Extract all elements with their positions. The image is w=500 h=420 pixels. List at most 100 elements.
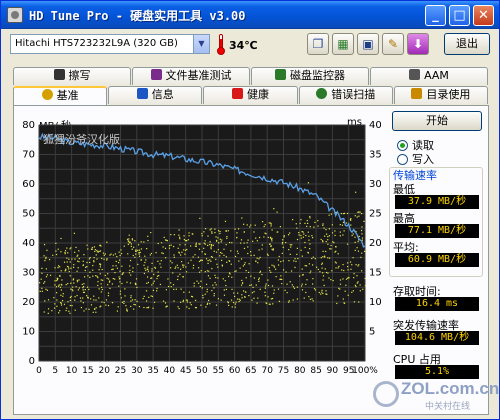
tab-health[interactable]: 健康 <box>203 86 298 104</box>
close-button[interactable]: ✕ <box>473 5 494 26</box>
access-time-point <box>328 228 330 230</box>
access-time-point <box>345 284 347 286</box>
start-button[interactable]: 开始 <box>392 111 482 131</box>
tab-error-scan[interactable]: 错误扫描 <box>298 86 393 104</box>
access-time-point <box>198 260 201 263</box>
access-time-point <box>221 265 223 267</box>
tab-aam[interactable]: AAM <box>370 67 488 85</box>
tab-info[interactable]: 信息 <box>108 86 203 104</box>
x-tick-label: 100% <box>352 366 378 376</box>
access-time-point <box>173 254 175 256</box>
x-tick-label: 25 <box>115 366 126 376</box>
access-time-point <box>305 283 307 286</box>
access-time-point <box>258 249 260 251</box>
access-time-point <box>47 299 50 301</box>
access-time-point <box>181 251 183 253</box>
access-time-point <box>267 236 269 239</box>
access-time-point <box>183 238 185 241</box>
access-time-point <box>162 300 165 302</box>
access-time-point <box>45 268 47 270</box>
access-time-point <box>271 229 273 231</box>
access-time-point <box>135 283 137 285</box>
drive-select[interactable]: Hitachi HTS723232L9A (320 GB) ▼ <box>10 34 210 54</box>
access-time-point <box>144 267 146 269</box>
access-time-point <box>321 289 323 291</box>
chevron-down-icon[interactable]: ▼ <box>193 35 209 53</box>
exit-button[interactable]: 退出 <box>444 33 490 55</box>
access-time-point <box>269 243 271 246</box>
access-time-point <box>99 244 101 246</box>
access-time-point <box>228 304 230 306</box>
access-time-point <box>251 292 254 294</box>
tab-disk-monitor[interactable]: 磁盘监控器 <box>251 67 369 85</box>
access-time-point <box>236 250 239 252</box>
access-time-point <box>317 220 319 222</box>
access-time-point <box>261 244 263 246</box>
access-time-point <box>178 251 180 253</box>
access-time-point <box>308 263 310 265</box>
access-time-point <box>289 253 291 255</box>
access-time-point <box>193 285 195 287</box>
access-time-point <box>228 275 230 278</box>
access-time-point <box>89 261 91 264</box>
access-time-point <box>83 283 85 285</box>
access-time-point <box>161 252 163 254</box>
maximize-button[interactable]: □ <box>449 5 470 26</box>
y2-tick-label: 35 <box>369 150 381 161</box>
access-time-point <box>215 236 217 238</box>
save-button[interactable]: ▣ <box>357 33 379 55</box>
access-time-point <box>119 281 121 283</box>
access-time-point <box>288 300 290 302</box>
access-time-point <box>280 275 282 277</box>
options-button[interactable]: ✎ <box>382 33 404 55</box>
access-time-point <box>306 279 308 281</box>
access-time-point <box>130 300 132 302</box>
access-time-point <box>303 233 305 235</box>
access-time-point <box>87 275 89 277</box>
access-time-point <box>312 256 314 258</box>
tab-benchmark[interactable]: 基准 <box>13 86 108 106</box>
access-time-point <box>137 244 140 246</box>
access-time-point <box>358 264 360 266</box>
access-time-point <box>125 305 127 307</box>
access-time-point <box>253 297 255 299</box>
title-bar[interactable]: HD Tune Pro - 硬盘实用工具 v3.00 _ □ ✕ <box>1 1 499 29</box>
access-time-point <box>203 231 205 233</box>
write-radio[interactable]: 写入 <box>397 151 434 167</box>
access-time-point <box>215 276 217 279</box>
access-time-point <box>207 259 209 262</box>
copy-text-button[interactable]: ❐ <box>307 33 329 55</box>
tab-folder-usage[interactable]: 目录使用 <box>393 86 489 104</box>
access-time-point <box>351 264 353 266</box>
tab-erase[interactable]: 擦写 <box>13 67 131 85</box>
access-time-point <box>208 270 210 272</box>
x-tick-label: 65 <box>245 366 256 376</box>
access-time-point <box>258 258 260 260</box>
download-button[interactable]: ⬇ <box>407 33 429 55</box>
access-time-point <box>272 249 274 251</box>
access-time-point <box>325 271 328 274</box>
access-time-point <box>74 251 76 253</box>
access-time-point <box>205 258 208 260</box>
access-time-point <box>275 268 277 270</box>
access-time-point <box>259 256 261 258</box>
access-time-point <box>100 286 103 288</box>
access-time-point <box>250 224 252 226</box>
access-time-point <box>130 274 132 276</box>
copy-screenshot-button[interactable]: ▦ <box>332 33 354 55</box>
access-time-point <box>77 267 79 269</box>
access-time-point <box>247 239 249 241</box>
access-time-point <box>283 236 285 238</box>
thermometer-icon <box>217 34 225 55</box>
access-time-point <box>277 264 280 266</box>
tab-file-benchmark[interactable]: 文件基准测试 <box>132 67 250 85</box>
access-time-point <box>118 259 121 261</box>
access-time-point <box>60 237 62 240</box>
access-time-point <box>118 251 120 253</box>
minimize-button[interactable]: _ <box>425 5 446 26</box>
access-time-point <box>304 246 306 249</box>
access-time-point <box>54 267 56 269</box>
access-time-point <box>170 267 172 269</box>
access-time-point <box>330 213 332 215</box>
access-time-point <box>177 267 179 269</box>
